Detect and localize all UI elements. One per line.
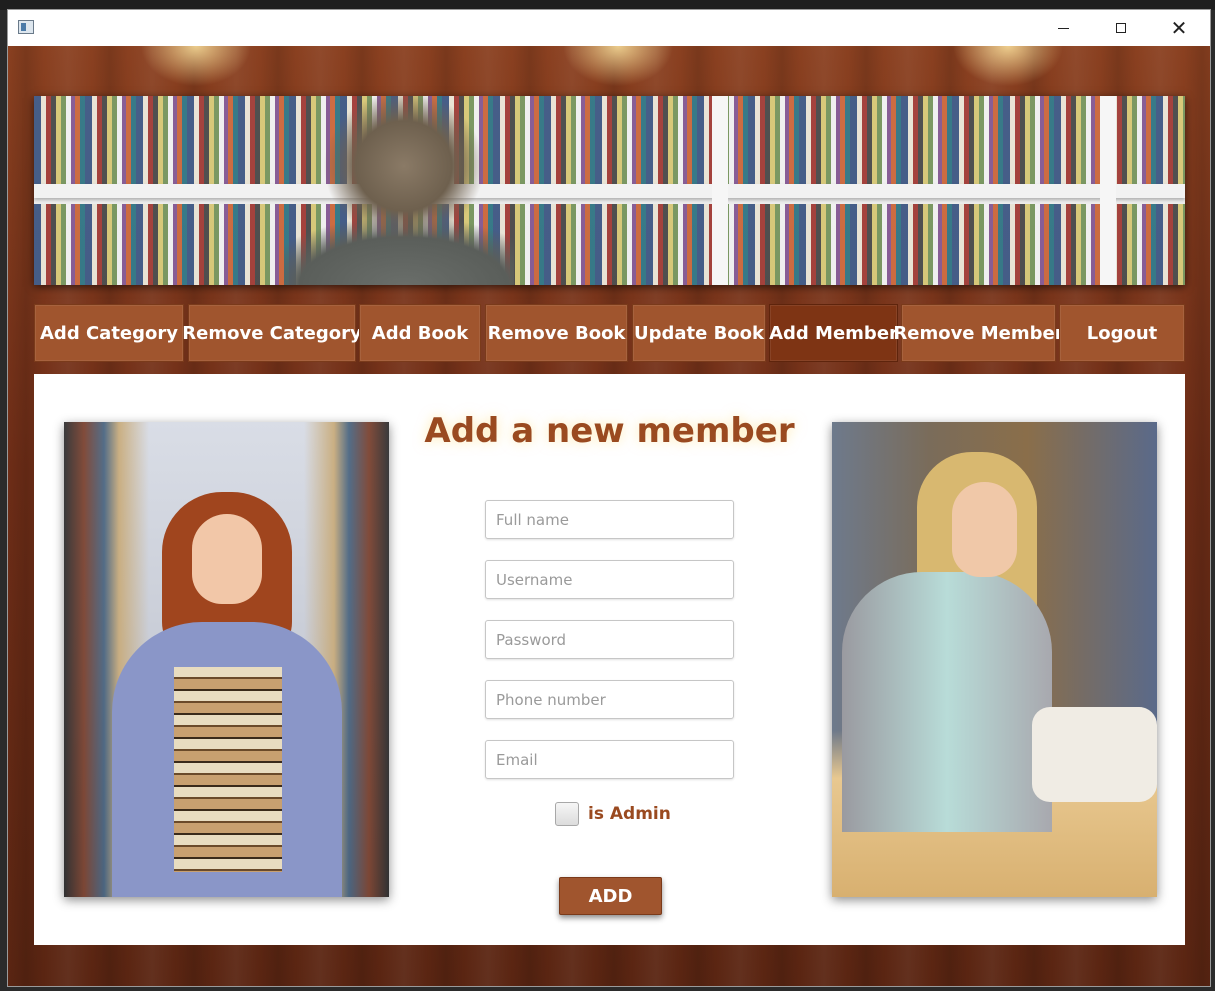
app-window: ✕ Add Category Remove Category Add Book …: [8, 10, 1210, 986]
photo-body: [842, 572, 1052, 832]
woman-with-books-photo: [64, 422, 389, 897]
desk-phone: [1032, 707, 1157, 802]
page-title: Add a new member: [424, 411, 795, 451]
child-reading-figure: [284, 96, 514, 285]
maximize-icon: [1116, 23, 1126, 33]
phone-number-input[interactable]: [485, 680, 734, 719]
shelf-post: [712, 96, 728, 285]
nav-remove-book-button[interactable]: Remove Book: [485, 304, 628, 362]
bookshelf-top-row: [34, 96, 1185, 184]
username-input[interactable]: [485, 560, 734, 599]
shelf-post: [1100, 96, 1116, 285]
full-name-input[interactable]: [485, 500, 734, 539]
password-input[interactable]: [485, 620, 734, 659]
photo-face: [952, 482, 1017, 577]
minimize-button[interactable]: [1034, 10, 1092, 46]
nav-add-book-button[interactable]: Add Book: [359, 304, 481, 362]
desktop-top-strip: [0, 0, 1215, 10]
library-banner-image: [34, 96, 1185, 285]
nav-add-category-button[interactable]: Add Category: [34, 304, 184, 362]
nav-remove-category-button[interactable]: Remove Category: [182, 304, 362, 362]
app-icon: [18, 20, 34, 34]
is-admin-label: is Admin: [588, 804, 671, 824]
wood-background: Add Category Remove Category Add Book Re…: [8, 46, 1210, 986]
is-admin-row: is Admin: [555, 800, 671, 828]
add-member-submit-button[interactable]: ADD: [559, 877, 662, 915]
email-input[interactable]: [485, 740, 734, 779]
librarian-at-desk-photo: [832, 422, 1157, 897]
main-nav: Add Category Remove Category Add Book Re…: [34, 304, 1185, 364]
maximize-button[interactable]: [1092, 10, 1150, 46]
minimize-icon: [1057, 27, 1069, 29]
add-member-panel: Add a new member is Admin ADD: [34, 374, 1185, 945]
bookshelf-bottom-row: [34, 204, 1185, 285]
nav-update-book-button[interactable]: Update Book: [632, 304, 766, 362]
photo-face: [192, 514, 262, 604]
book-stack: [174, 667, 282, 872]
close-icon: ✕: [1170, 16, 1188, 40]
nav-add-member-button[interactable]: Add Member: [769, 304, 898, 362]
is-admin-checkbox[interactable]: [555, 802, 579, 826]
nav-logout-button[interactable]: Logout: [1059, 304, 1185, 362]
shelf-board: [34, 184, 1185, 198]
title-bar[interactable]: ✕: [8, 10, 1210, 46]
close-button[interactable]: ✕: [1150, 10, 1208, 46]
nav-remove-member-button[interactable]: Remove Member: [893, 304, 1064, 362]
